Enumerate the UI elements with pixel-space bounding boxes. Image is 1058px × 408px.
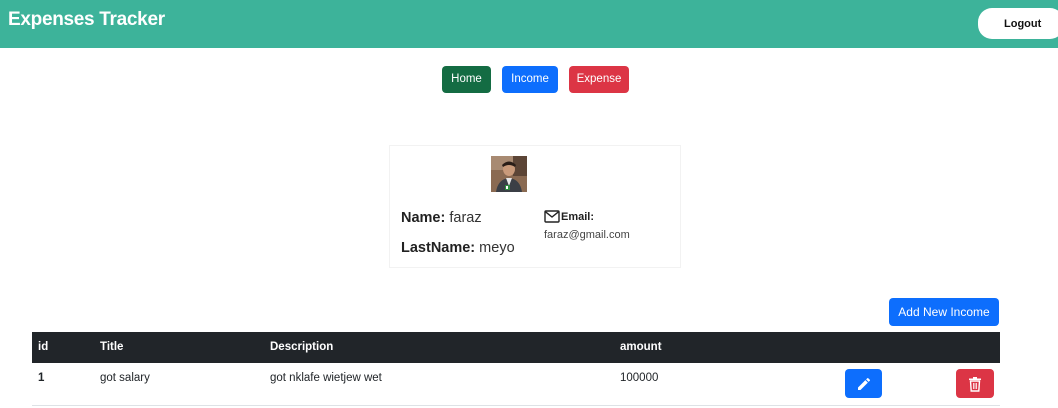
name-value: faraz bbox=[449, 210, 482, 226]
column-header-title: Title bbox=[100, 341, 124, 353]
table-header: id Title Description amount bbox=[32, 332, 1000, 363]
pencil-icon bbox=[857, 377, 870, 390]
trash-icon bbox=[969, 376, 981, 392]
email-value: faraz@gmail.com bbox=[544, 229, 630, 241]
add-new-income-button[interactable]: Add New Income bbox=[889, 298, 999, 326]
profile-name: Name: faraz bbox=[401, 210, 482, 226]
cell-id: 1 bbox=[38, 372, 45, 384]
avatar bbox=[491, 156, 527, 192]
nav-expense-button[interactable]: Expense bbox=[569, 66, 629, 93]
profile-card: Name: faraz LastName: meyo Email: faraz@… bbox=[389, 145, 681, 268]
cell-amount: 100000 bbox=[620, 372, 659, 384]
column-header-id: id bbox=[38, 341, 49, 353]
lastname-value: meyo bbox=[479, 240, 515, 256]
nav-income-button[interactable]: Income bbox=[502, 66, 558, 93]
nav-home-button[interactable]: Home bbox=[442, 66, 491, 93]
logout-button[interactable]: Logout bbox=[978, 8, 1058, 39]
edit-button[interactable] bbox=[845, 369, 882, 398]
cell-title: got salary bbox=[100, 372, 150, 384]
name-label: Name: bbox=[401, 210, 446, 226]
lastname-label: LastName: bbox=[401, 240, 476, 256]
avatar-photo bbox=[491, 156, 527, 192]
column-header-description: Description bbox=[270, 341, 334, 353]
email-label: Email: bbox=[561, 210, 595, 223]
mail-icon bbox=[544, 210, 560, 223]
top-navbar: Expenses Tracker Logout bbox=[0, 0, 1058, 48]
delete-button[interactable] bbox=[956, 369, 994, 398]
table-row: 1 got salary got nklafe wietjew wet 1000… bbox=[32, 363, 1000, 406]
profile-lastname: LastName: meyo bbox=[401, 240, 515, 256]
cell-description: got nklafe wietjew wet bbox=[270, 372, 382, 384]
column-header-amount: amount bbox=[620, 341, 662, 353]
profile-email-heading: Email: bbox=[544, 210, 594, 223]
app-title: Expenses Tracker bbox=[8, 9, 165, 30]
